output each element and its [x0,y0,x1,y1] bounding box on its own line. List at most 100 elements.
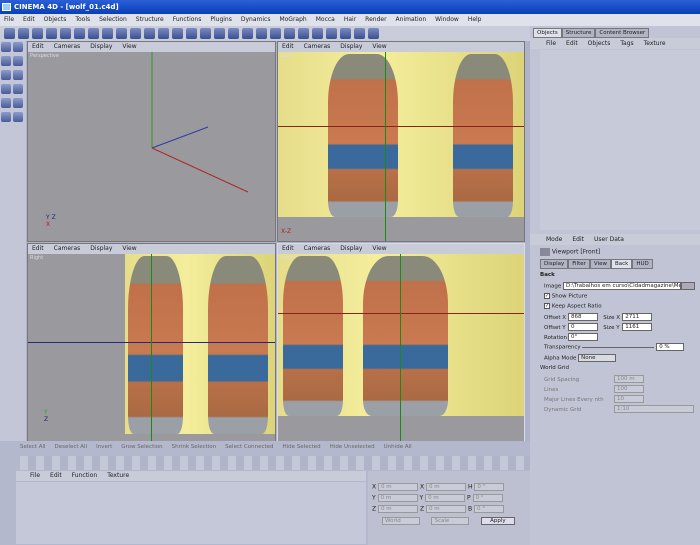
points-tool-icon[interactable] [1,70,11,80]
offset-x-field[interactable]: 868 [568,313,598,321]
cube-icon[interactable] [200,28,211,39]
menu-animation[interactable]: Animation [396,16,427,24]
menu-cameras[interactable]: Cameras [304,245,331,253]
menu-plugins[interactable]: Plugins [210,16,232,24]
alpha-mode-dropdown[interactable]: None [578,354,617,362]
shrink-selection-button[interactable]: Shrink Selection [172,444,217,450]
menu-render[interactable]: Render [365,16,386,24]
menu-mocca[interactable]: Mocca [316,16,335,24]
menu-display[interactable]: Display [340,43,362,51]
unhide-all-button[interactable]: Unhide All [384,444,412,450]
menu-window[interactable]: Window [435,16,459,24]
camera-icon[interactable] [284,28,295,39]
x-axis-icon[interactable] [88,28,99,39]
show-picture-checkbox[interactable]: ✓ [544,293,550,299]
menu-view[interactable]: View [122,43,136,51]
checker-icon[interactable] [13,84,23,94]
scale-mode-dropdown[interactable]: Scale [431,517,470,525]
size-y-field[interactable]: 1161 [622,323,653,331]
undo-icon[interactable] [4,28,15,39]
menu-tags[interactable]: Tags [620,40,633,47]
transparency-field[interactable]: 0 % [656,343,685,351]
tab-back[interactable]: Back [610,259,633,269]
isoparm-icon[interactable] [354,28,365,39]
menu-texture[interactable]: Texture [107,472,129,481]
viewport-back[interactable]: Edit Cameras Display View Back X-Z [277,41,525,242]
menu-dynamics[interactable]: Dynamics [241,16,271,24]
size-x-field[interactable]: 2711 [622,313,653,321]
tab-structure[interactable]: Structure [561,28,596,38]
grid-spacing-field[interactable]: 100 m [614,375,644,383]
object-list[interactable] [540,50,700,230]
apply-button[interactable]: Apply [480,517,515,525]
select-connected-button[interactable]: Select Connected [225,444,273,450]
menu-mode[interactable]: Mode [546,236,562,243]
menu-selection[interactable]: Selection [99,16,127,24]
transparency-slider[interactable] [582,346,655,348]
menu-edit[interactable]: Edit [50,472,62,481]
menu-objects[interactable]: Objects [588,40,611,47]
move-icon[interactable] [46,28,57,39]
z-axis-icon[interactable] [116,28,127,39]
grow-selection-button[interactable]: Grow Selection [121,444,162,450]
timeline-tools[interactable] [20,456,530,470]
lines-field[interactable]: 100 [614,385,644,393]
deformer-icon[interactable] [256,28,267,39]
sculpt-icon[interactable] [1,98,11,108]
menu-tools[interactable]: Tools [75,16,90,24]
render-settings-icon[interactable] [186,28,197,39]
viewport-right[interactable]: Edit Cameras Display View Right YZ [27,243,276,442]
viewport-perspective[interactable]: Edit Cameras Display View Perspective Y ZX [27,41,276,242]
rotate-icon[interactable] [74,28,85,39]
menu-hair[interactable]: Hair [344,16,356,24]
offset-y-field[interactable]: 0 [568,323,598,331]
nurbs-icon[interactable] [228,28,239,39]
menu-edit[interactable]: Edit [32,245,44,253]
tab-objects[interactable]: Objects [533,28,562,38]
scale-x-field[interactable]: 0 m [426,483,467,491]
dynamic-grid-dropdown[interactable]: 1:10 [614,405,694,413]
axis-tool-icon[interactable] [13,56,23,66]
menu-view[interactable]: View [372,43,386,51]
object-tool-icon[interactable] [13,42,23,52]
knife-icon[interactable] [13,112,23,122]
edges-tool-icon[interactable] [13,70,23,80]
menu-functions[interactable]: Functions [173,16,202,24]
tab-filter[interactable]: Filter [568,259,590,269]
menu-display[interactable]: Display [90,245,112,253]
y-axis-icon[interactable] [102,28,113,39]
menu-user-data[interactable]: User Data [594,236,624,243]
menu-mograph[interactable]: MoGraph [279,16,306,24]
menu-edit[interactable]: Edit [23,16,35,24]
hide-selected-button[interactable]: Hide Selected [283,444,321,450]
render-picture-viewer-icon[interactable] [172,28,183,39]
menu-cameras[interactable]: Cameras [54,245,81,253]
gouraud-icon[interactable] [326,28,337,39]
model-tool-icon[interactable] [1,42,11,52]
deselect-all-button[interactable]: Deselect All [55,444,88,450]
coord-mode-dropdown[interactable]: World [382,517,420,525]
scale-icon[interactable] [60,28,71,39]
menu-file[interactable]: File [4,16,14,24]
hide-unselected-button[interactable]: Hide Unselected [330,444,375,450]
tab-content-browser[interactable]: Content Browser [595,28,650,38]
rotation-p-field[interactable]: 0 ° [472,494,503,502]
redo-icon[interactable] [18,28,29,39]
menu-edit[interactable]: Edit [566,40,578,47]
tab-display[interactable]: Display [540,259,569,269]
box-display-icon[interactable] [368,28,379,39]
paint-icon[interactable] [13,98,23,108]
scene-icon[interactable] [270,28,281,39]
render-region-icon[interactable] [158,28,169,39]
magnet-icon[interactable] [1,112,11,122]
major-lines-field[interactable]: 10 [614,395,644,403]
keep-aspect-checkbox[interactable]: ✓ [544,303,550,309]
array-icon[interactable] [242,28,253,39]
live-select-icon[interactable] [32,28,43,39]
invert-button[interactable]: Invert [96,444,112,450]
menu-file[interactable]: File [30,472,40,481]
menu-structure[interactable]: Structure [136,16,164,24]
menu-file[interactable]: File [546,40,556,47]
tab-hud[interactable]: HUD [632,259,653,269]
polygons-tool-icon[interactable] [1,84,11,94]
